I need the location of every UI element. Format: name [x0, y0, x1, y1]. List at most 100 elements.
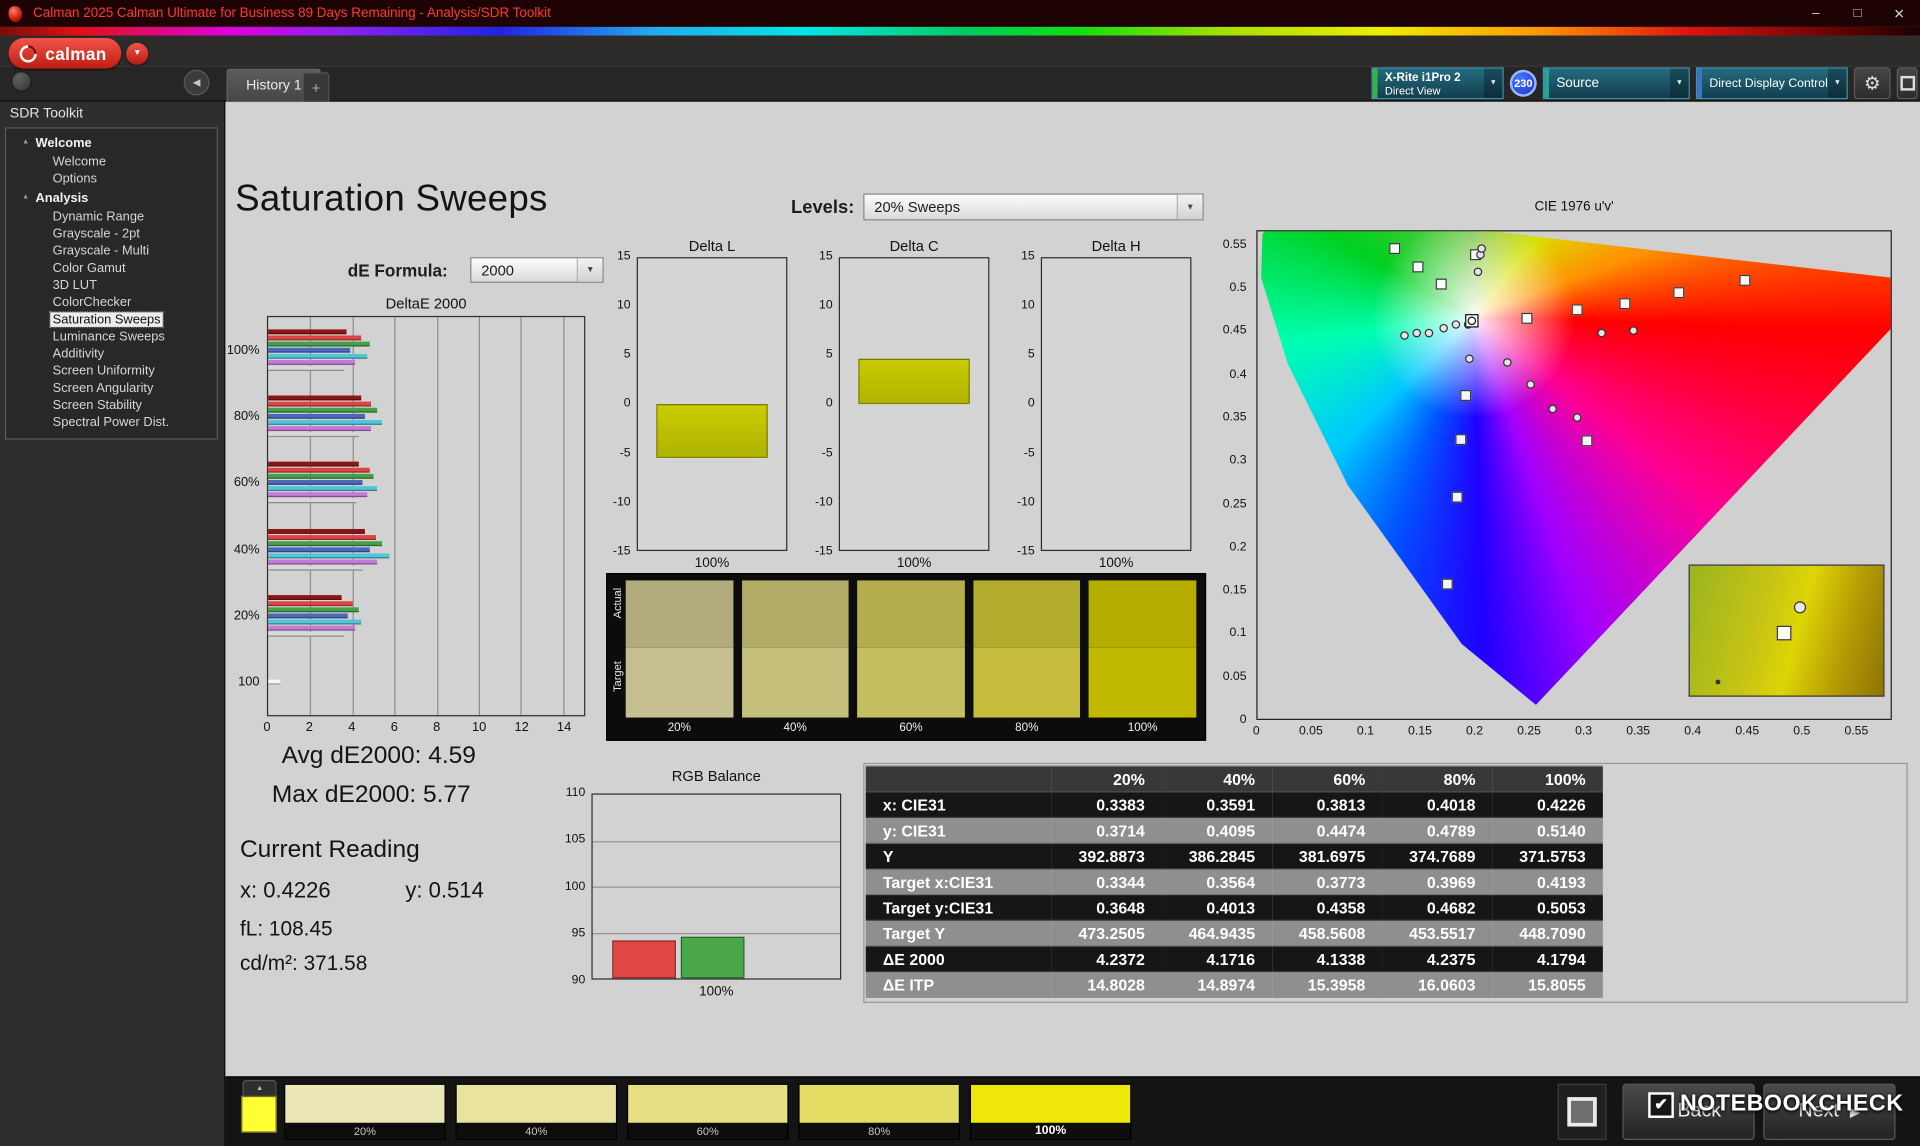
calman-logo-button[interactable]: calman: [8, 37, 122, 69]
settings-button[interactable]: ⚙: [1853, 67, 1891, 100]
display-control-dropdown[interactable]: Direct Display Control ▼: [1695, 67, 1848, 100]
axis-tick-label: 0.05: [1298, 724, 1323, 739]
patch-popout-button[interactable]: ▲: [242, 1080, 277, 1096]
arrow-left-icon: ◀: [1656, 1105, 1667, 1120]
sidebar-item-additivity[interactable]: Additivity: [6, 345, 217, 362]
patch-button-40[interactable]: 40%: [455, 1083, 618, 1140]
sidebar-item-screen-uniformity[interactable]: Screen Uniformity: [6, 362, 217, 379]
bar: [268, 607, 359, 612]
deltae-plot: 100% 80% 60% 40% 20% 100: [227, 315, 586, 717]
source-dropdown[interactable]: Source ▼: [1542, 67, 1690, 100]
axis-tick-label: 80%: [233, 409, 260, 424]
swatch-cell-20: 20%: [625, 580, 733, 739]
meter-dropdown[interactable]: X-Rite i1Pro 2 Direct View ▼: [1371, 67, 1504, 100]
swatch-target: [625, 647, 733, 718]
sidebar-item-spectral-power-dist[interactable]: Spectral Power Dist.: [6, 414, 217, 431]
swatch-cell-40: 40%: [741, 580, 849, 739]
axis-tick-label: 95: [571, 926, 586, 941]
bar: [268, 335, 361, 341]
sidebar-item-label: Screen Stability: [52, 397, 142, 413]
tree-group-header-welcome[interactable]: ▲ Welcome: [6, 132, 217, 153]
swatch-comparison-strip: Actual Target 20% 40% 60% 80% 100%: [606, 573, 1207, 741]
cie-target-marker: [1619, 297, 1631, 309]
axis-tick-label: 0.5: [1793, 724, 1811, 739]
session-indicator-button[interactable]: [11, 71, 32, 92]
swatch-label: 20%: [667, 721, 691, 735]
sidebar-item-welcome[interactable]: Welcome: [6, 153, 217, 170]
back-button[interactable]: ◀ Back: [1622, 1083, 1755, 1140]
row-value: 4.1338: [1272, 945, 1383, 972]
axis-tick-label: -10: [1016, 495, 1035, 510]
bar: [268, 625, 355, 631]
delta-l-yaxis: 15 10 5 0 -5 -10 -15: [613, 250, 631, 559]
sidebar-item-color-gamut[interactable]: Color Gamut: [6, 260, 217, 277]
bar: [268, 679, 281, 685]
row-label: Y: [865, 842, 1052, 869]
row-value: 448.7090: [1492, 919, 1603, 946]
current-fl: fL: 108.45: [240, 917, 333, 941]
calman-menu-caret-button[interactable]: ▼: [126, 42, 149, 65]
axis-tick-label: 15: [1021, 249, 1035, 264]
patch-button-100[interactable]: 100%: [969, 1083, 1132, 1140]
sidebar-item-label: Welcome: [52, 153, 107, 169]
minimize-button[interactable]: –: [1795, 0, 1837, 27]
sidebar-item-dynamic-range[interactable]: Dynamic Range: [6, 208, 217, 225]
sidebar-item-grayscale-multi[interactable]: Grayscale - Multi: [6, 242, 217, 259]
cie-measured-marker: [1451, 320, 1460, 330]
swatch-strip-cells: 20% 40% 60% 80% 100%: [625, 580, 1197, 739]
sidebar-item-luminance-sweeps[interactable]: Luminance Sweeps: [6, 328, 217, 345]
hardware-controls: X-Rite i1Pro 2 Direct View ▼ 230 Source …: [1371, 67, 1918, 100]
sidebar-item-label: Additivity: [52, 345, 105, 361]
axis-tick-label: 0.3: [1575, 724, 1593, 739]
close-button[interactable]: ✕: [1878, 0, 1920, 27]
axis-tick-label: 105: [564, 832, 586, 847]
next-button[interactable]: Next ▶: [1763, 1083, 1896, 1140]
axis-tick-label: 100%: [226, 342, 260, 358]
pattern-window-button[interactable]: [1557, 1083, 1607, 1140]
axis-tick-label: 0.45: [1222, 324, 1247, 338]
add-tab-button[interactable]: +: [302, 72, 330, 102]
tree-group-header-analysis[interactable]: ▲ Analysis: [6, 187, 217, 208]
current-x: x: 0.4226: [240, 877, 331, 903]
avg-de2000: Avg dE2000: 4.59: [281, 742, 476, 769]
axis-tick-label: 0.1: [1229, 626, 1247, 641]
sidebar-item-options[interactable]: Options: [6, 170, 217, 187]
axis-tick-label: 90: [571, 973, 586, 987]
delta-l-plot: [636, 257, 788, 552]
sidebar-item-label: Options: [52, 170, 97, 186]
sidebar-item-label: Saturation Sweeps: [48, 310, 165, 328]
sidebar-item-saturation-sweeps[interactable]: Saturation Sweeps: [6, 310, 217, 328]
de-formula-dropdown[interactable]: 2000 ▼: [470, 257, 604, 283]
row-value: 0.5140: [1492, 816, 1603, 844]
sidebar-item-grayscale-2pt[interactable]: Grayscale - 2pt: [6, 225, 217, 242]
row-value: 0.3383: [1051, 791, 1163, 818]
sidebar-item-colorchecker[interactable]: ColorChecker: [6, 294, 217, 311]
tree-group-label: Analysis: [35, 191, 89, 206]
bar-group: [268, 528, 584, 571]
table-row-y: Y 392.8873 386.2845 381.6975 374.7689 371.575…: [865, 842, 1603, 869]
sidebar-item-screen-angularity[interactable]: Screen Angularity: [6, 380, 217, 397]
axis-tick-label: -10: [612, 495, 631, 510]
patch-button-60[interactable]: 60%: [626, 1083, 789, 1140]
row-value: 0.4358: [1272, 893, 1383, 921]
axis-tick-label: -5: [821, 446, 833, 460]
axis-tick-label: 20%: [233, 608, 260, 623]
bar: [268, 420, 382, 426]
bar: [268, 360, 355, 365]
cie-chart-title: CIE 1976 u'v': [1534, 199, 1614, 215]
display-capture-button[interactable]: [1896, 67, 1918, 100]
row-value: 464.9435: [1162, 919, 1273, 946]
meter-count-badge[interactable]: 230: [1509, 69, 1537, 97]
patch-button-20[interactable]: 20%: [284, 1083, 446, 1140]
axis-tick-label: 14: [556, 720, 572, 735]
page-title: Saturation Sweeps: [235, 178, 548, 220]
levels-dropdown[interactable]: 20% Sweeps ▼: [863, 193, 1204, 221]
maximize-button[interactable]: □: [1837, 0, 1879, 27]
sidebar-item-3d-lut[interactable]: 3D LUT: [6, 277, 217, 294]
table-header-cell: 40%: [1162, 765, 1273, 792]
sidebar-collapse-button[interactable]: ◀: [183, 69, 210, 96]
sidebar-item-screen-stability[interactable]: Screen Stability: [6, 397, 217, 414]
cie-inset-dot: [1714, 679, 1720, 685]
patch-button-80[interactable]: 80%: [798, 1083, 960, 1140]
deltae-group-60: 60%: [234, 450, 584, 516]
